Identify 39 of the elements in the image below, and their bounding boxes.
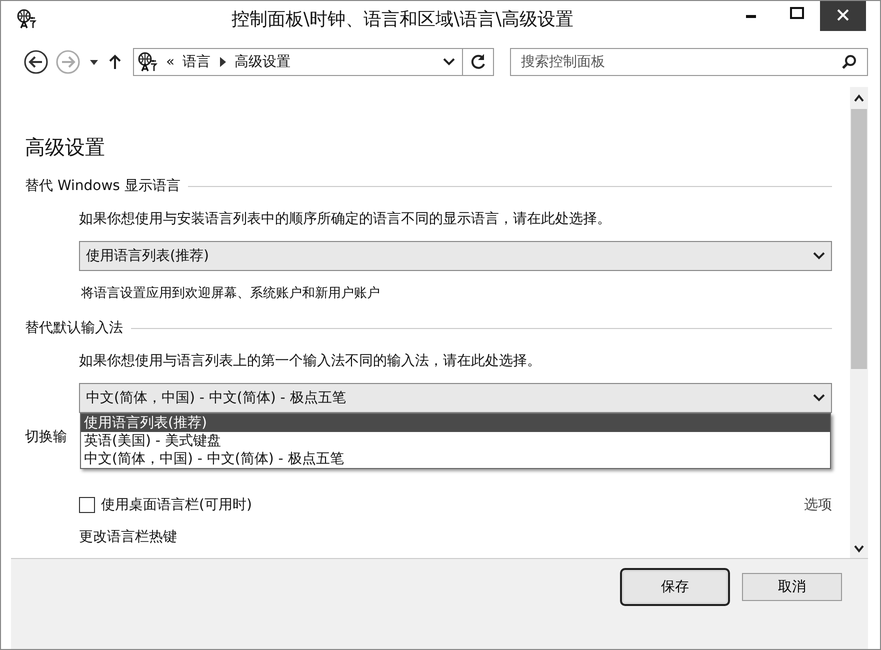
save-button[interactable]: 保存 [620, 568, 730, 606]
section-heading: 切换输 [25, 428, 67, 447]
hotkeys-link[interactable]: 更改语言栏热键 [25, 520, 832, 554]
search-field[interactable]: 搜索控制面板 [510, 48, 868, 76]
scrollbar[interactable] [850, 87, 868, 558]
dropdown-option[interactable]: 英语(美国) - 美式键盘 [81, 432, 830, 450]
chevron-down-icon [813, 394, 825, 402]
checkbox[interactable] [79, 497, 95, 513]
dropdown-option[interactable]: 中文(简体，中国) - 中文(简体) - 极点五笔 [81, 450, 830, 468]
language-icon [15, 8, 37, 30]
breadcrumb[interactable]: 语言 [182, 53, 211, 71]
chevron-down-icon[interactable] [442, 57, 456, 67]
chevron-down-icon [813, 252, 825, 260]
scroll-up-icon[interactable] [853, 93, 865, 103]
description-text: 将语言设置应用到欢迎屏幕、系统账户和新用户账户 [80, 285, 381, 303]
description-text: 如果你想使用与安装语言列表中的顺序所确定的语言不同的显示语言，请在此处选择。 [78, 210, 612, 229]
scroll-down-icon[interactable] [853, 544, 865, 554]
checkbox-label[interactable]: 使用桌面语言栏(可用时) [101, 496, 252, 514]
language-icon [136, 51, 158, 73]
breadcrumb[interactable]: 高级设置 [234, 53, 291, 71]
close-icon[interactable] [820, 1, 866, 31]
dropdown-option[interactable]: 使用语言列表(推荐) [81, 414, 830, 432]
scrollbar-thumb[interactable] [851, 109, 867, 369]
description-text: 如果你想使用与语言列表上的第一个输入法不同的输入法，请在此处选择。 [78, 352, 542, 371]
forward-icon [55, 49, 81, 75]
breadcrumb-separator[interactable]: « [166, 54, 175, 70]
section-heading: 替代默认输入法 [25, 319, 123, 337]
page-title: 高级设置 [25, 134, 106, 161]
options-link[interactable]: 选项 [804, 496, 832, 514]
back-icon[interactable] [23, 49, 49, 75]
address-bar[interactable]: « 语言 高级设置 [133, 48, 463, 76]
section-heading: 替代 Windows 显示语言 [25, 177, 180, 195]
refresh-icon[interactable] [463, 48, 494, 76]
language-dropdown[interactable]: 使用语言列表(推荐) [79, 241, 832, 271]
cancel-button[interactable]: 取消 [742, 573, 842, 601]
window-title: 控制面板\时钟、语言和区域\语言\高级设置 [230, 8, 575, 31]
chevron-right-icon [218, 57, 227, 67]
search-icon [841, 54, 857, 70]
search-placeholder: 搜索控制面板 [521, 53, 605, 71]
